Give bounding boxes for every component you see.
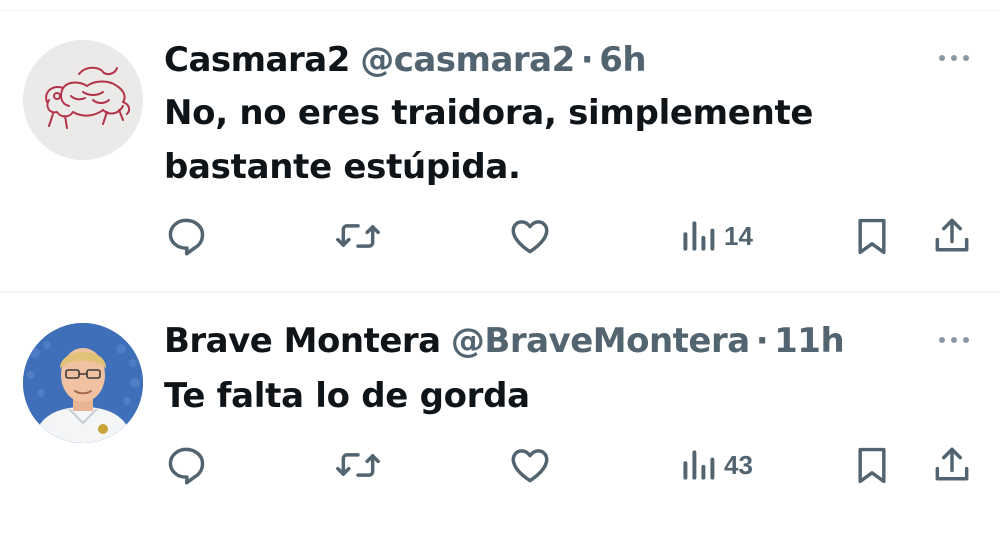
bookmark-button[interactable] [852, 443, 892, 487]
person-photo-icon [23, 323, 143, 443]
retweet-icon [336, 453, 380, 477]
user-handle[interactable]: @casmara2 [360, 40, 575, 80]
reply-icon [168, 218, 205, 256]
view-count: 14 [724, 220, 753, 251]
like-button[interactable] [508, 214, 552, 258]
bookmark-icon [858, 447, 886, 484]
views-button[interactable]: 14 [680, 214, 753, 258]
tweet-text: Te falta lo de gorda [164, 376, 530, 416]
avatar[interactable] [23, 40, 143, 160]
views-button[interactable]: 43 [680, 443, 753, 487]
tweet[interactable]: Casmara2 @casmara2 · 6h No, no eres traido… [0, 0, 1000, 291]
action-bar: 43 [0, 443, 1000, 487]
views-chart-icon [683, 221, 715, 251]
bookmark-button[interactable] [852, 214, 892, 258]
tweet-text: No, no eres traidora, simplemente bastan… [164, 93, 814, 187]
more-dots-icon [939, 55, 969, 61]
reply-icon [168, 447, 205, 485]
separator-dot: · [755, 321, 769, 361]
retweet-button[interactable] [334, 214, 382, 258]
like-button[interactable] [508, 443, 552, 487]
more-dots-icon [939, 337, 969, 343]
timestamp[interactable]: 11h [774, 321, 845, 361]
action-bar: 14 [0, 214, 1000, 258]
reply-feed: Casmara2 @casmara2 · 6h No, no eres traido… [0, 0, 1000, 547]
display-name[interactable]: Casmara2 [164, 40, 350, 80]
avatar[interactable] [23, 323, 143, 443]
retweet-button[interactable] [334, 443, 382, 487]
separator-dot: · [580, 40, 594, 80]
share-icon [935, 218, 969, 252]
bookmark-icon [858, 218, 886, 255]
retweet-icon [336, 224, 380, 248]
view-count: 43 [724, 449, 753, 480]
red-lion-sketch-icon [23, 40, 143, 160]
like-heart-icon [511, 449, 549, 483]
views-chart-icon [683, 450, 715, 480]
reply-button[interactable] [164, 214, 208, 258]
reply-button[interactable] [164, 443, 208, 487]
timestamp[interactable]: 6h [599, 40, 646, 80]
share-button[interactable] [930, 214, 974, 258]
tweet-header: Casmara2 @casmara2 · 6h [164, 40, 647, 80]
tweet[interactable]: Brave Montera @BraveMontera · 11h Te falta… [0, 293, 1000, 547]
display-name[interactable]: Brave Montera [164, 321, 441, 361]
like-heart-icon [511, 220, 549, 254]
tweet-header: Brave Montera @BraveMontera · 11h [164, 321, 845, 361]
more-options-button[interactable] [936, 330, 972, 350]
user-handle[interactable]: @BraveMontera [451, 321, 750, 361]
share-icon [935, 447, 969, 481]
share-button[interactable] [930, 443, 974, 487]
more-options-button[interactable] [936, 48, 972, 68]
